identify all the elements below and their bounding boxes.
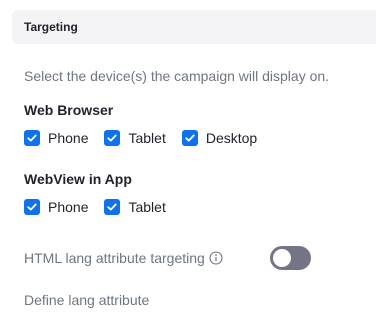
checkbox-label: Tablet bbox=[128, 199, 166, 215]
section-title: Targeting bbox=[24, 20, 78, 34]
targeting-description: Select the device(s) the campaign will d… bbox=[24, 68, 330, 84]
lang-targeting-label: HTML lang attribute targeting bbox=[24, 250, 205, 266]
lang-targeting-toggle[interactable] bbox=[270, 246, 311, 270]
web-browser-tablet-checkbox[interactable]: Tablet bbox=[104, 130, 166, 146]
webview-tablet-checkbox[interactable]: Tablet bbox=[104, 199, 166, 215]
web-browser-desktop-checkbox[interactable]: Desktop bbox=[181, 130, 258, 146]
define-lang-label: Define lang attribute bbox=[24, 292, 150, 308]
web-browser-phone-checkbox[interactable]: Phone bbox=[24, 130, 88, 146]
checkbox-checked-icon[interactable] bbox=[104, 199, 121, 215]
web-browser-options: Phone Tablet Desktop bbox=[24, 128, 273, 148]
webview-title: WebView in App bbox=[24, 171, 132, 187]
checkbox-checked-icon[interactable] bbox=[181, 130, 198, 146]
lang-targeting-row: HTML lang attribute targeting bbox=[24, 246, 223, 270]
checkbox-label: Desktop bbox=[205, 130, 258, 146]
checkbox-checked-icon[interactable] bbox=[104, 130, 121, 146]
targeting-panel: Targeting Select the device(s) the campa… bbox=[0, 0, 376, 334]
webview-options: Phone Tablet bbox=[24, 197, 182, 217]
info-icon[interactable] bbox=[209, 251, 223, 265]
checkbox-label: Tablet bbox=[128, 130, 166, 146]
section-header: Targeting bbox=[12, 10, 376, 44]
web-browser-title: Web Browser bbox=[24, 102, 114, 118]
checkbox-checked-icon[interactable] bbox=[24, 199, 40, 215]
checkbox-label: Phone bbox=[48, 130, 89, 146]
webview-phone-checkbox[interactable]: Phone bbox=[24, 199, 88, 215]
checkbox-label: Phone bbox=[48, 199, 89, 215]
checkbox-checked-icon[interactable] bbox=[24, 130, 40, 146]
toggle-knob bbox=[273, 249, 291, 267]
